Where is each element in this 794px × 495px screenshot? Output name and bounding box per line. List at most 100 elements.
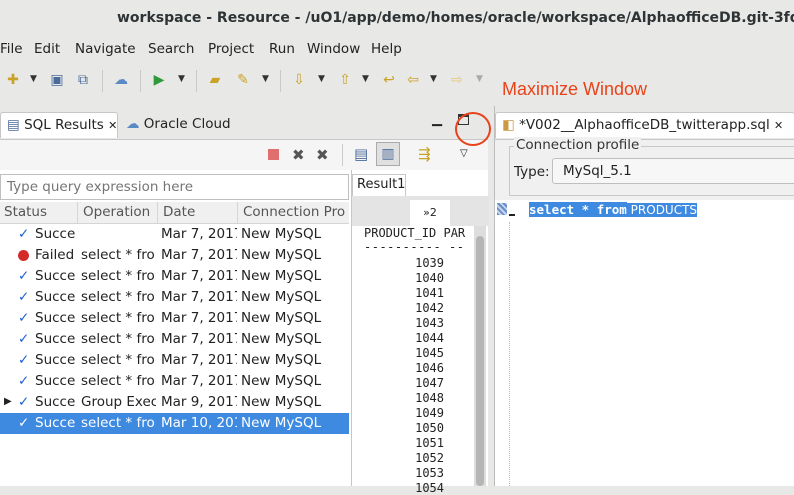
chevron-down-icon[interactable]: ▼ bbox=[476, 74, 483, 84]
result-scrollbar[interactable] bbox=[474, 226, 486, 486]
chevron-down-icon[interactable]: ▼ bbox=[318, 74, 325, 84]
remove-all-icon[interactable]: ✖ bbox=[316, 146, 329, 164]
query-filter-input[interactable] bbox=[0, 174, 349, 200]
menu-file[interactable]: File bbox=[0, 41, 23, 57]
menu-project[interactable]: Project bbox=[208, 41, 254, 57]
cell-connection: New MySQL bbox=[241, 289, 322, 305]
close-icon[interactable]: ✕ bbox=[774, 119, 783, 132]
history-row[interactable]: ✓ Succe select * fror Mar 7, 2017 New MySQL bbox=[0, 350, 349, 371]
toolbar-separator bbox=[140, 70, 141, 92]
check-icon: ✓ bbox=[18, 373, 30, 389]
col-connection[interactable]: Connection Pro bbox=[243, 204, 349, 220]
minimize-icon[interactable]: ▁ bbox=[432, 112, 442, 127]
col-operation[interactable]: Operation bbox=[83, 204, 157, 220]
close-icon[interactable]: ✕ bbox=[108, 119, 117, 132]
chevron-down-icon[interactable]: ▼ bbox=[30, 74, 37, 84]
cell-status: Succe bbox=[35, 352, 76, 368]
menu-navigate[interactable]: Navigate bbox=[75, 41, 136, 57]
display-mode-icon[interactable]: ▤ bbox=[354, 145, 368, 163]
view-menu-icon[interactable]: ▽ bbox=[460, 148, 468, 159]
save-all-icon[interactable]: ⧉ bbox=[74, 71, 92, 89]
expand-icon[interactable]: ▶ bbox=[4, 396, 12, 407]
save-icon[interactable]: ▣ bbox=[48, 71, 66, 89]
cell-status: Succe bbox=[35, 310, 76, 326]
cell-status: Succe bbox=[35, 226, 76, 242]
open-task-icon[interactable]: ✎ bbox=[234, 71, 252, 89]
sql-line[interactable]: select * from PRODUCTS bbox=[529, 202, 698, 217]
remove-icon[interactable]: ✖ bbox=[292, 146, 305, 164]
forward-icon[interactable]: ⇨ bbox=[448, 71, 466, 89]
cell-operation: select * fror bbox=[81, 352, 156, 368]
history-row[interactable]: ✓ Succe select * fror Mar 10, 201 New MySQL bbox=[0, 413, 349, 434]
chevron-down-icon[interactable]: ▼ bbox=[430, 74, 437, 84]
sql-editor[interactable]: select * from PRODUCTS bbox=[495, 198, 794, 486]
check-icon: ✓ bbox=[18, 394, 30, 410]
cell-date: Mar 10, 201 bbox=[161, 415, 237, 431]
cell-connection: New MySQL bbox=[241, 268, 322, 284]
chevron-down-icon[interactable]: ▼ bbox=[362, 74, 369, 84]
result-value: 1043 bbox=[415, 316, 444, 330]
tab-oracle-cloud[interactable]: ☁ Oracle Cloud bbox=[120, 112, 240, 138]
toolbar-separator bbox=[280, 70, 281, 92]
previous-annotation-icon[interactable]: ⇧ bbox=[336, 71, 354, 89]
col-divider[interactable] bbox=[77, 202, 78, 224]
sql-results-panel: ▤ SQL Results ✕ ☁ Oracle Cloud ▁ ✖ ✖ ▤ ▥… bbox=[0, 106, 489, 495]
ruler-line bbox=[509, 222, 510, 486]
next-annotation-icon[interactable]: ⇩ bbox=[290, 71, 308, 89]
menu-window[interactable]: Window bbox=[307, 41, 360, 57]
column-product-id: PRODUCT_ID bbox=[364, 226, 437, 240]
menu-run[interactable]: Run bbox=[269, 41, 295, 57]
tab-sql-file[interactable]: ◧ *V002__AlphaofficeDB_twitterapp.sql ✕ bbox=[495, 112, 794, 138]
history-row[interactable]: ▶ ✓ Succe Group Exec Mar 9, 2017 New MySQL bbox=[0, 392, 349, 413]
cell-operation: select * fror bbox=[81, 310, 156, 326]
tab-label: *V002__AlphaofficeDB_twitterapp.sql bbox=[519, 117, 770, 133]
check-icon: ✓ bbox=[18, 310, 30, 326]
history-table-header: Status Operation Date Connection Pro bbox=[0, 202, 349, 224]
cell-status: Succe bbox=[35, 289, 76, 305]
result-header: »2 bbox=[352, 196, 489, 226]
history-row[interactable]: ✓ Succe select * fror Mar 7, 2017 New MySQL bbox=[0, 287, 349, 308]
tab-result1[interactable]: Result1 bbox=[352, 174, 406, 196]
result-overflow-indicator[interactable]: »2 bbox=[410, 200, 450, 226]
history-row[interactable]: ✓ Succe select * fror Mar 7, 2017 New MySQL bbox=[0, 308, 349, 329]
cell-date: Mar 7, 2017 bbox=[161, 373, 237, 389]
open-folder-icon[interactable]: ▰ bbox=[206, 71, 224, 89]
toolbar-separator bbox=[196, 70, 197, 92]
last-edit-icon[interactable]: ↩ bbox=[380, 71, 398, 89]
result-value: 1042 bbox=[415, 301, 444, 315]
result-value: 1046 bbox=[415, 361, 444, 375]
history-row[interactable]: ✓ Succe select * fror Mar 7, 2017 New MySQL bbox=[0, 329, 349, 350]
sync-icon[interactable]: ⇶ bbox=[418, 145, 431, 163]
run-icon[interactable]: ▶ bbox=[150, 71, 168, 89]
sql-keyword: select * from bbox=[529, 202, 627, 217]
history-row[interactable]: Failed select * fror Mar 7, 2017 New MySQL bbox=[0, 245, 349, 266]
cell-status: Succe bbox=[35, 373, 76, 389]
history-row[interactable]: ✓ Succe select * fror Mar 7, 2017 New MySQL bbox=[0, 371, 349, 392]
cell-status: Succe bbox=[35, 331, 76, 347]
history-row[interactable]: ✓ Succe Mar 7, 2017 New MySQL bbox=[0, 224, 349, 245]
col-status[interactable]: Status bbox=[4, 204, 78, 220]
stop-icon[interactable] bbox=[268, 149, 279, 160]
history-row[interactable]: ✓ Succe select * fror Mar 7, 2017 New MySQL bbox=[0, 266, 349, 287]
menu-help[interactable]: Help bbox=[371, 41, 402, 57]
type-select[interactable]: MySql_5.1 bbox=[552, 158, 794, 184]
menu-edit[interactable]: Edit bbox=[34, 41, 60, 57]
text-mode-icon[interactable]: ▥ bbox=[376, 142, 400, 166]
back-icon[interactable]: ⇦ bbox=[404, 71, 422, 89]
tab-sql-results[interactable]: ▤ SQL Results ✕ bbox=[0, 112, 118, 138]
chevron-down-icon[interactable]: ▼ bbox=[262, 74, 269, 84]
cloud-upload-icon[interactable]: ☁ bbox=[112, 71, 130, 89]
col-divider[interactable] bbox=[157, 202, 158, 224]
menu-search[interactable]: Search bbox=[148, 41, 194, 57]
col-divider[interactable] bbox=[237, 202, 238, 224]
col-date[interactable]: Date bbox=[163, 204, 237, 220]
chevron-down-icon[interactable]: ▼ bbox=[178, 74, 185, 84]
check-icon: ✓ bbox=[18, 289, 30, 305]
cell-connection: New MySQL bbox=[241, 226, 322, 242]
result-view: Result1 »2 PRODUCT_ID PAR ---------- -- … bbox=[351, 170, 489, 495]
cell-connection: New MySQL bbox=[241, 352, 322, 368]
result-value: 1050 bbox=[415, 421, 444, 435]
scrollbar-thumb[interactable] bbox=[476, 236, 484, 486]
cell-status: Succe bbox=[35, 394, 76, 410]
new-icon[interactable]: ✚ bbox=[4, 71, 22, 89]
